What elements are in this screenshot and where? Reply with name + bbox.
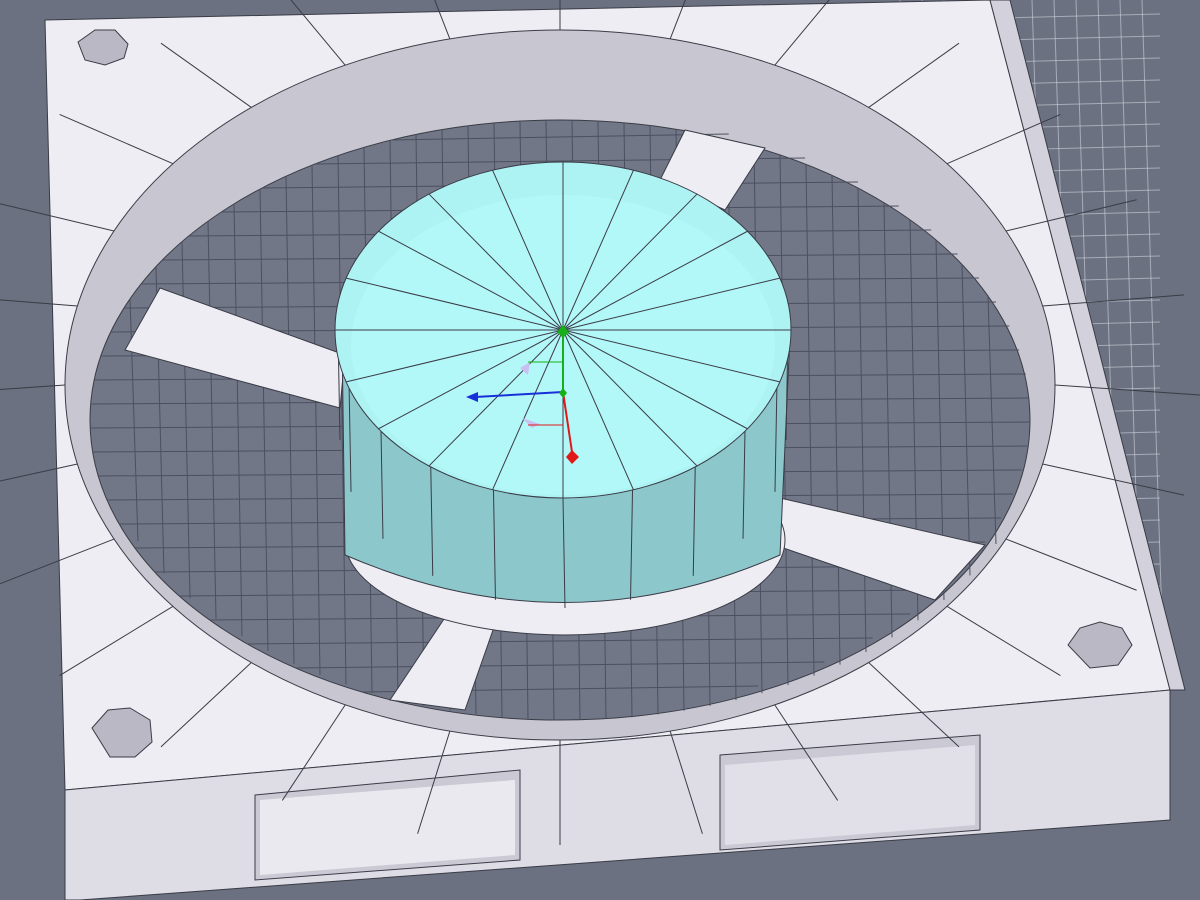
3d-viewport[interactable]	[0, 0, 1200, 900]
scene-render[interactable]	[0, 0, 1200, 900]
mesh-line	[1141, 0, 1163, 621]
